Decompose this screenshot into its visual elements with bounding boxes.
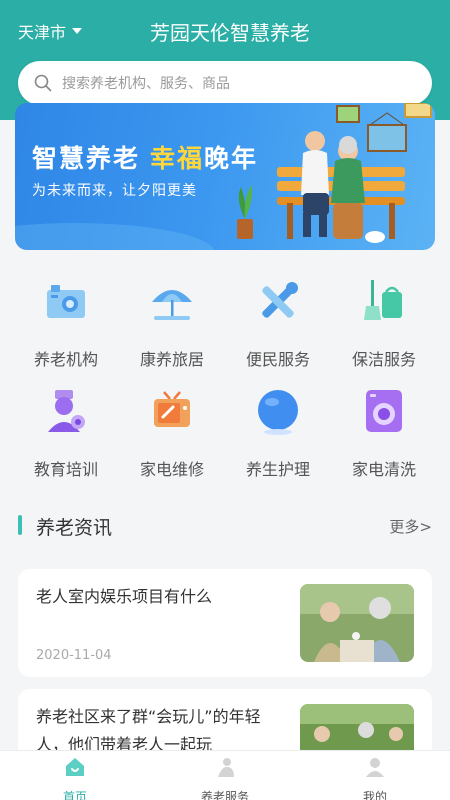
city-selector[interactable]: 天津市 xyxy=(18,19,83,43)
tab-profile[interactable]: 我的 xyxy=(330,756,420,800)
service-item-convenience[interactable]: 便民服务 xyxy=(223,276,333,370)
service-label: 家电维修 xyxy=(139,460,204,479)
section-title: 养老资讯 xyxy=(36,517,113,539)
service-item-wellness-travel[interactable]: 康养旅居 xyxy=(117,276,227,370)
service-item-education[interactable]: 教育培训 xyxy=(11,386,121,480)
more-link[interactable]: 更多> xyxy=(389,516,432,537)
beach-umbrella-icon xyxy=(152,290,192,320)
tab-label: 养老服务 xyxy=(200,790,249,800)
news-date: 2020-11-04 xyxy=(36,648,112,663)
washing-machine-icon xyxy=(366,390,402,432)
service-label: 教育培训 xyxy=(33,460,98,479)
cleaning-icon xyxy=(364,280,402,320)
section-accent-bar xyxy=(18,515,22,535)
news-section-header: 养老资讯 更多> xyxy=(0,508,450,542)
caret-down-icon xyxy=(72,28,83,34)
search-placeholder: 搜索养老机构、服务、商品 xyxy=(62,76,230,92)
elderly-tea-photo xyxy=(300,584,414,662)
service-item-health-care[interactable]: 养生护理 xyxy=(223,386,333,480)
bottom-tab-bar: 首页 养老服务 我的 xyxy=(0,750,450,800)
care-ball-icon xyxy=(258,390,298,435)
city-label: 天津市 xyxy=(18,23,67,42)
slogan-highlight: 幸福 xyxy=(150,144,205,173)
tv-repair-icon xyxy=(154,391,190,427)
promo-banner[interactable]: 智慧养老 幸福晚年 为未来而来，让夕阳更美 xyxy=(15,103,435,250)
elderly-couple-illustration xyxy=(15,103,432,250)
news-item[interactable]: 老人室内娱乐项目有什么 2020-11-04 xyxy=(18,569,432,677)
service-item-nursing-home[interactable]: 养老机构 xyxy=(11,276,121,370)
tab-home[interactable]: 首页 xyxy=(30,756,120,800)
slogan-part1: 智慧养老 xyxy=(32,144,141,173)
elderly-service-icon xyxy=(218,758,234,777)
news-title: 老人室内娱乐项目有什么 xyxy=(36,587,213,606)
banner-subtitle: 为未来而来，让夕阳更美 xyxy=(32,183,197,199)
service-item-cleaning[interactable]: 保洁服务 xyxy=(329,276,439,370)
home-icon xyxy=(66,758,84,776)
service-label: 养老机构 xyxy=(33,350,98,369)
service-label: 保洁服务 xyxy=(351,350,416,369)
tab-elderly-service[interactable]: 养老服务 xyxy=(180,756,270,800)
user-icon xyxy=(366,758,384,777)
search-icon xyxy=(34,74,52,92)
tools-icon xyxy=(262,282,298,318)
service-label: 养生护理 xyxy=(245,460,310,479)
search-bar[interactable]: 搜索养老机构、服务、商品 xyxy=(18,61,432,105)
news-item[interactable]: 养老社区来了群“会玩儿”的年轻人，他们带着老人一起玩 xyxy=(18,689,432,759)
tab-label: 首页 xyxy=(62,790,87,800)
service-label: 便民服务 xyxy=(245,350,310,369)
banner-slogan: 智慧养老 幸福晚年 xyxy=(32,139,258,175)
service-label: 康养旅居 xyxy=(139,350,204,369)
service-item-appliance-cleaning[interactable]: 家电清洗 xyxy=(329,386,439,480)
teacher-icon xyxy=(48,390,85,432)
tab-label: 我的 xyxy=(362,790,387,800)
service-item-appliance-repair[interactable]: 家电维修 xyxy=(117,386,227,480)
service-label: 家电清洗 xyxy=(351,460,416,479)
news-thumbnail xyxy=(300,584,414,662)
app-title: 芳园天伦智慧养老 xyxy=(150,21,310,45)
slogan-part2: 晚年 xyxy=(204,144,259,173)
nursing-home-icon xyxy=(47,285,85,318)
